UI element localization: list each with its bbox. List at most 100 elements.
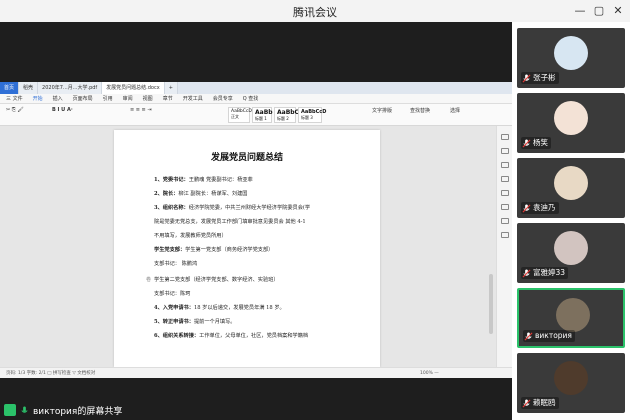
line-text: 工作单位，父母单位，社区，党员档案和学籍档: [199, 333, 309, 339]
menu-search[interactable]: Q 查找: [243, 94, 259, 103]
mic-icon: [21, 405, 28, 413]
participant-name-bar: 杨笑: [521, 137, 551, 149]
avatar: [556, 298, 590, 332]
participant-tile[interactable]: 袁迪乃: [517, 158, 625, 218]
maximize-button[interactable]: ▢: [591, 3, 607, 19]
tool-icon[interactable]: [501, 204, 509, 210]
line-text: 经济学院党委，中共兰州财经大学经济学院委员会(学: [188, 205, 311, 211]
find-replace-button[interactable]: 查找替换: [410, 107, 430, 114]
paragraph-group[interactable]: ≡ ≡ ≡ ⇥: [130, 107, 152, 113]
line-label: 5、转正申请书：: [154, 319, 194, 325]
menu-review[interactable]: 审阅: [123, 94, 133, 103]
document-line: 4、入党申请书：18 岁以后递交，发展党员年满 18 岁。: [154, 304, 285, 311]
style-heading-1[interactable]: AaBb 标题 1: [252, 107, 273, 123]
tool-icon[interactable]: [501, 176, 509, 182]
mic-muted-icon: [522, 73, 531, 82]
style-normal[interactable]: AaBbCcDd 正文: [228, 107, 255, 123]
document-line: 学生第二党支部（经济学党支部、数字经济、实验班）: [154, 276, 279, 283]
screen-share-icon: [4, 404, 16, 416]
tool-icon[interactable]: [501, 232, 509, 238]
document-page[interactable]: 发展党员问题总结 卷 1、党委书记：王鹏魂 党委副书记：杨亚菲 2、院长：柳江 副…: [114, 130, 380, 367]
text-layout-button[interactable]: 文字排版: [372, 107, 392, 114]
participant-tile[interactable]: 杨笑: [517, 93, 625, 153]
participant-tile[interactable]: 赖眠鸥: [517, 353, 625, 413]
menu-layout[interactable]: 页面布局: [73, 94, 93, 103]
menu-view[interactable]: 视图: [143, 94, 153, 103]
document-workarea: 发展党员问题总结 卷 1、党委书记：王鹏魂 党委副书记：杨亚菲 2、院长：柳江 副…: [0, 126, 512, 367]
document-line: 6、组织关系转接：工作单位，父母单位，社区，党员档案和学籍档: [154, 332, 308, 339]
participants-panel: 张子彬杨笑袁迪乃富雅婷33 виктория 赖眠鸥: [512, 22, 630, 420]
margin-mark: 卷: [146, 277, 152, 283]
participant-name: 富雅婷33: [533, 268, 566, 277]
select-button[interactable]: 选择: [450, 107, 460, 114]
tool-icon[interactable]: [501, 190, 509, 196]
shared-screen-stage: 首页 稻壳 2020年7...月...大学.pdf 发展党员问题总结.docx …: [0, 22, 512, 400]
participant-name: 张子彬: [533, 73, 556, 82]
line-text: 提前一个月填写。: [193, 319, 236, 325]
font-format-group[interactable]: B I U A·: [52, 107, 73, 113]
menu-member[interactable]: 会员专享: [213, 94, 233, 103]
document-line: 支部书记：陈珂: [154, 290, 190, 297]
share-indicator-bar: виктория的屏幕共享: [0, 400, 512, 420]
line-text: 18 岁以后递交，发展党员年满 18 岁。: [193, 305, 285, 311]
tool-icon[interactable]: [501, 218, 509, 224]
line-label: 3、组织名称：: [154, 205, 189, 211]
line-text: 支部书记： 陈鹏鸿: [154, 261, 198, 267]
menu-references[interactable]: 引用: [103, 94, 113, 103]
participant-name-bar: 袁迪乃: [521, 202, 559, 214]
document-line: 3、组织名称：经济学院党委，中共兰州财经大学经济学院委员会(学: [154, 204, 310, 211]
new-tab-button[interactable]: +: [164, 82, 178, 94]
line-label: 1、党委书记：: [154, 177, 189, 183]
line-text: 王鹏魂 党委副书记：杨亚菲: [188, 177, 253, 183]
line-label: 2、院长：: [154, 191, 179, 197]
menu-file[interactable]: 三 文件: [6, 94, 23, 103]
participant-tile[interactable]: виктория: [517, 288, 625, 348]
mic-muted-icon: [522, 268, 531, 277]
line-text: 学生第一党支部（商务经济学党支部）: [185, 247, 274, 253]
window-title: 腾讯会议: [293, 6, 337, 19]
style-heading-2[interactable]: AaBbC 标题 2: [274, 107, 299, 123]
wps-tab-bar: 首页 稻壳 2020年7...月...大学.pdf 发展党员问题总结.docx …: [0, 82, 512, 94]
participant-name: 袁迪乃: [533, 203, 556, 212]
document-line: 1、党委书记：王鹏魂 党委副书记：杨亚菲: [154, 176, 253, 183]
line-label: 4、入党申请书：: [154, 305, 194, 311]
menu-home[interactable]: 开始: [33, 94, 43, 103]
participant-name-bar: 富雅婷33: [521, 267, 569, 279]
mic-muted-icon: [522, 398, 531, 407]
participant-name: виктория: [535, 331, 572, 340]
menu-developer[interactable]: 开发工具: [183, 94, 203, 103]
style-heading-3[interactable]: AaBbCcD 标题 3: [298, 107, 326, 123]
wps-status-bar: 页码: 1/3 字数: 2/1 □ 拼写检查 ▽ 文档校对 100% —: [0, 367, 512, 378]
tool-icon[interactable]: [501, 134, 509, 140]
right-toolbar: [496, 126, 512, 367]
zoom-level[interactable]: 100% —: [420, 368, 439, 379]
document-title: 发展党员问题总结: [210, 153, 283, 163]
participant-name-bar: 赖眠鸥: [521, 397, 559, 409]
participant-name: 杨笑: [533, 138, 548, 147]
close-button[interactable]: ✕: [610, 3, 626, 19]
participant-tile[interactable]: 张子彬: [517, 28, 625, 88]
minimize-button[interactable]: —: [572, 3, 588, 19]
clipboard-group[interactable]: ✂ ⎘ 🖌: [6, 107, 24, 113]
tab-pdf[interactable]: 2020年7...月...大学.pdf: [38, 82, 103, 94]
tab-document[interactable]: 发展党员问题总结.docx: [102, 82, 165, 94]
document-line: 不用填写，发展教师党员所用）: [154, 232, 227, 239]
menu-chapter[interactable]: 章节: [163, 94, 173, 103]
tab-home[interactable]: 首页: [0, 82, 20, 94]
menu-insert[interactable]: 插入: [53, 94, 63, 103]
wps-ribbon: ✂ ⎘ 🖌 B I U A· ≡ ≡ ≡ ⇥ AaBbCcDd 正文 AaBb 标题…: [0, 104, 512, 126]
wps-menu-bar: 三 文件 开始 插入 页面布局 引用 审阅 视图 章节 开发工具 会员专享 Q …: [0, 94, 512, 104]
document-line: 院是党委无党总支，发展党员工作部门填审批意见委员会 其他 4-1: [154, 218, 306, 225]
line-text: 学生第二党支部（经济学党支部、数字经济、实验班）: [154, 277, 279, 283]
wps-document-window[interactable]: 首页 稻壳 2020年7...月...大学.pdf 发展党员问题总结.docx …: [0, 82, 512, 378]
line-label: 6、组织关系转接：: [154, 333, 200, 339]
scrollbar-thumb[interactable]: [489, 274, 493, 334]
line-text: 支部书记：陈珂: [154, 291, 191, 297]
tool-icon[interactable]: [501, 162, 509, 168]
line-text: 柳江 副院长：杨谋军、刘建国: [178, 191, 248, 197]
tool-icon[interactable]: [501, 148, 509, 154]
participant-tile[interactable]: 富雅婷33: [517, 223, 625, 283]
tab-docer[interactable]: 稻壳: [19, 82, 39, 94]
line-text: 不用填写，发展教师党员所用）: [154, 233, 227, 239]
participant-name-bar: виктория: [523, 330, 575, 342]
